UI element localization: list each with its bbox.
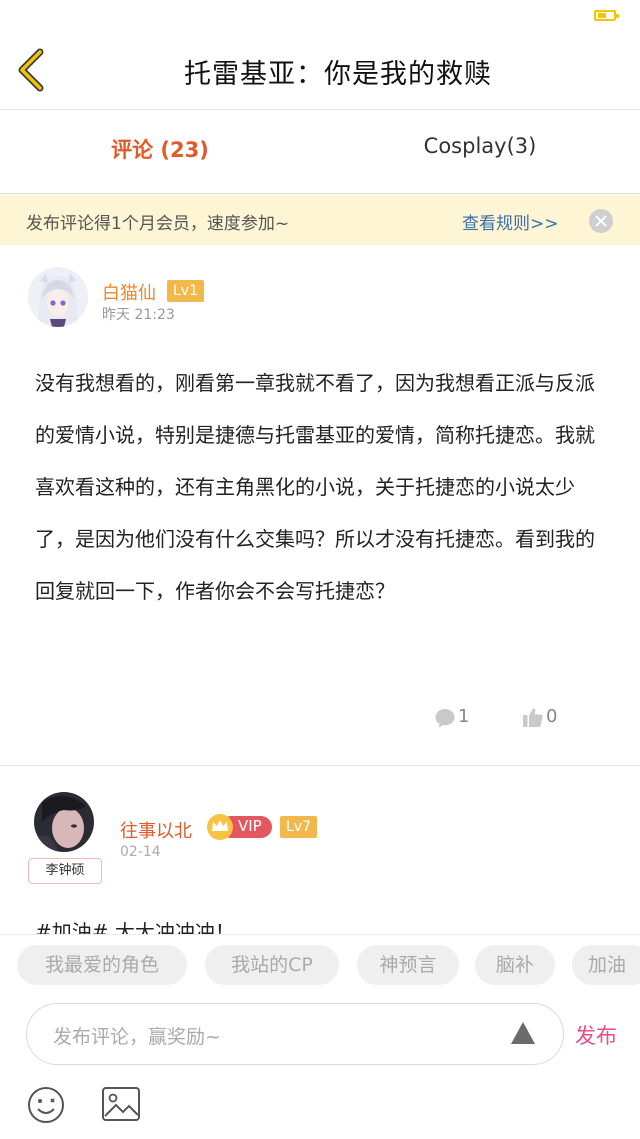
avatar[interactable]	[34, 792, 94, 852]
avatar[interactable]	[28, 267, 88, 327]
tab-bar: 评论 (23) Cosplay(3)	[0, 110, 640, 194]
quick-tag[interactable]: 我最爱的角色	[17, 945, 187, 985]
notice-banner: 发布评论得1个月会员，速度参加~ 查看规则>>	[0, 195, 640, 245]
quick-tag[interactable]: 加油	[572, 945, 640, 985]
notice-close-button[interactable]	[589, 209, 613, 233]
reply-count: 1	[458, 706, 470, 727]
quick-tag[interactable]: 我站的CP	[205, 945, 339, 985]
page-title: 托雷基亚：你是我的救赎	[184, 59, 492, 90]
header: 托雷基亚：你是我的救赎	[0, 30, 640, 110]
comment-body: #加油# 大大冲冲冲！	[35, 920, 235, 936]
battery-icon	[594, 10, 619, 21]
comment-bubble-icon	[435, 709, 455, 728]
triangle-up-icon[interactable]	[509, 1020, 537, 1046]
comment-composer: 我最爱的角色 我站的CP 神预言 脑补 加油 发布评论，赢奖励~ 发布	[0, 934, 640, 1139]
close-icon	[595, 215, 607, 227]
vip-label: VIP	[238, 817, 262, 835]
view-rules-link[interactable]: 查看规则>>	[462, 209, 559, 234]
comment-item: 白猫仙 Lv1 昨天 21:23 没有我想看的，刚看第一章我就不看了，因为我想看…	[0, 245, 640, 766]
tab-cosplay[interactable]: Cosplay(3)	[320, 134, 640, 158]
comment-body: 没有我想看的，刚看第一章我就不看了，因为我想看正派与反派的爱情小说，特别是捷德与…	[35, 371, 595, 603]
image-icon	[102, 1087, 140, 1121]
comment-item: 李钟硕 往事以北 VIP Lv7 02-14 #加油# 大大冲冲冲！	[0, 766, 640, 936]
like-count: 0	[546, 706, 558, 727]
vip-badge: VIP	[206, 814, 272, 840]
comment-username[interactable]: 往事以北	[120, 817, 192, 843]
level-badge: Lv7	[280, 816, 317, 838]
smiley-icon	[28, 1087, 64, 1123]
status-bar	[0, 0, 640, 30]
image-button[interactable]	[101, 1086, 141, 1122]
comment-time: 02-14	[120, 844, 161, 860]
comment-username[interactable]: 白猫仙	[102, 279, 156, 305]
level-badge: Lv1	[167, 280, 204, 302]
quick-tag[interactable]: 脑补	[475, 945, 555, 985]
emoji-button[interactable]	[27, 1086, 65, 1124]
thumbs-up-icon	[523, 708, 543, 727]
user-name-tag: 李钟硕	[28, 858, 102, 884]
comment-time: 昨天 21:23	[102, 307, 175, 323]
notice-text: 发布评论得1个月会员，速度参加~	[26, 214, 290, 234]
quick-tag[interactable]: 神预言	[357, 945, 459, 985]
publish-button[interactable]: 发布	[575, 1020, 617, 1050]
comment-input-placeholder: 发布评论，赢奖励~	[53, 1026, 221, 1048]
tab-comments[interactable]: 评论 (23)	[0, 134, 320, 164]
comment-input[interactable]: 发布评论，赢奖励~	[26, 1003, 564, 1065]
